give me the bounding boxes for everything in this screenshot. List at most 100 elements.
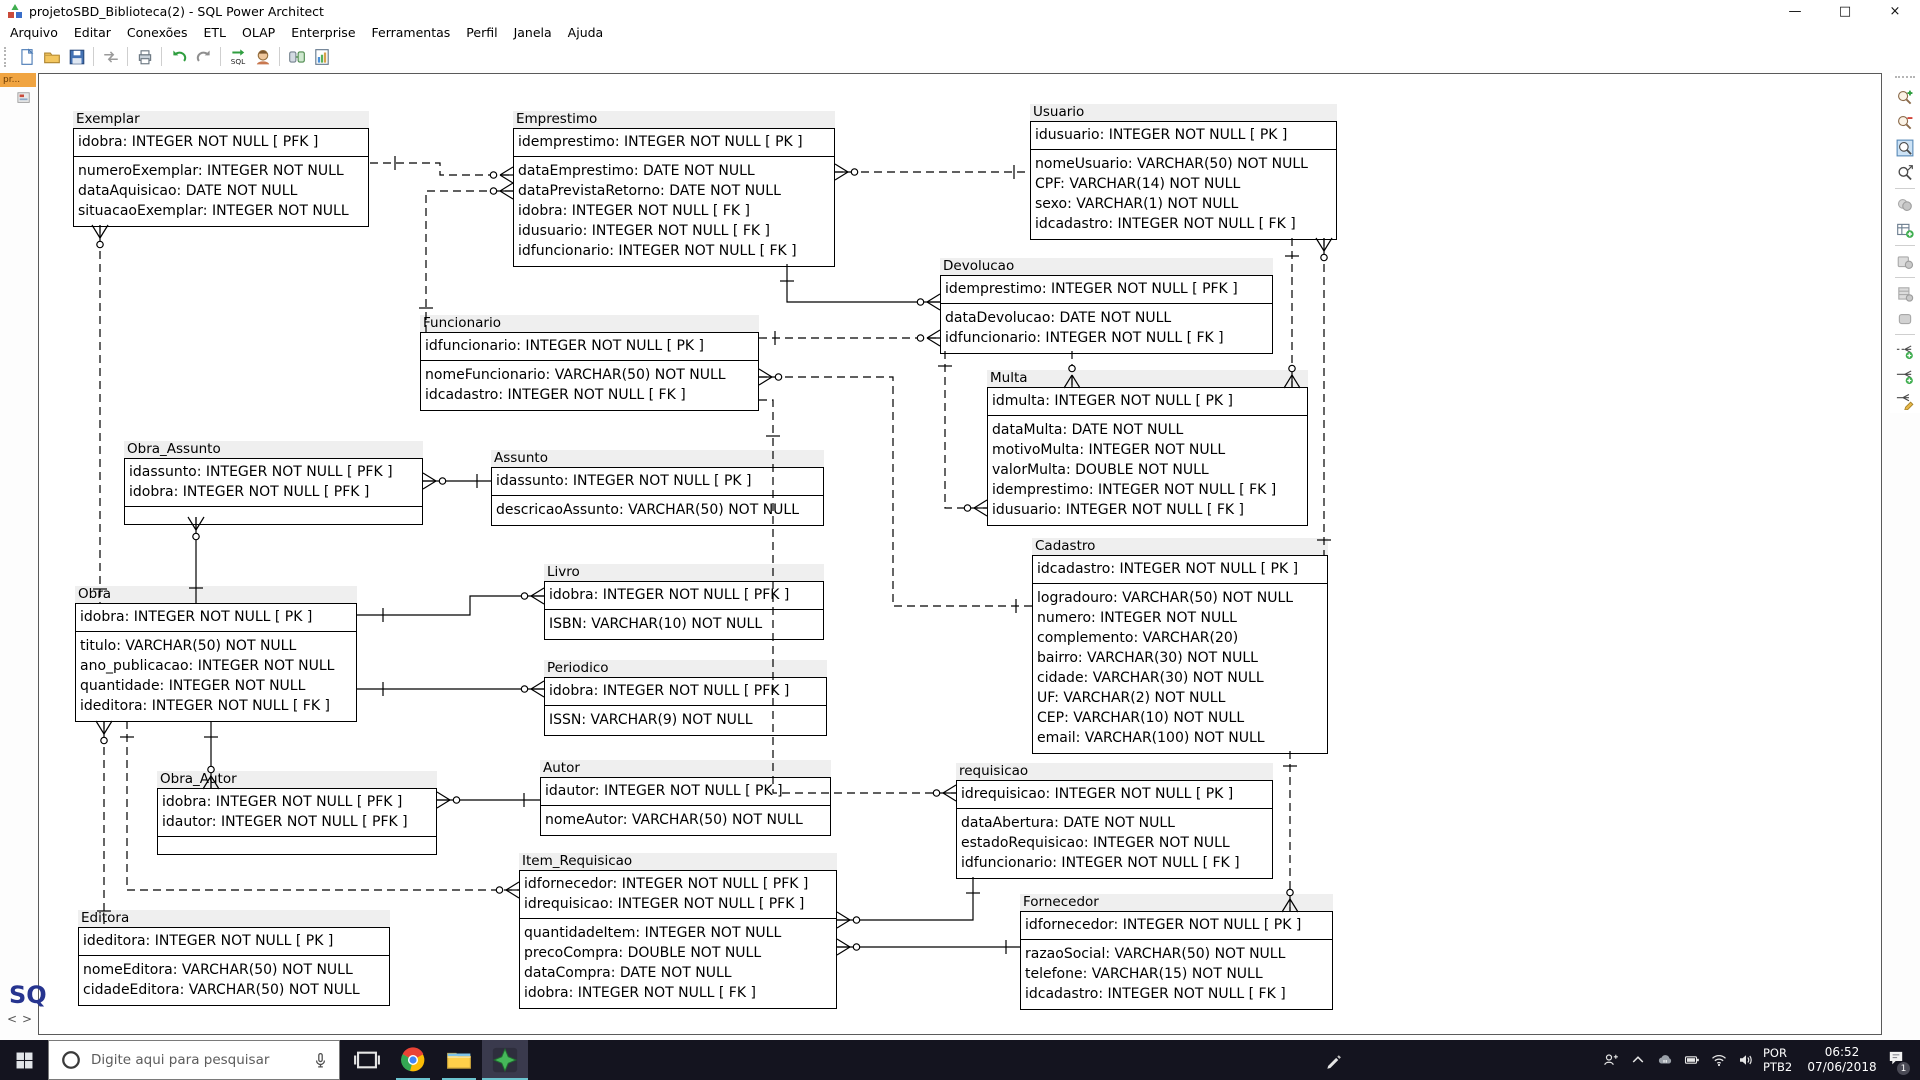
edit-relationship-button[interactable] <box>1893 388 1917 413</box>
entity-pk-column[interactable]: idobra: INTEGER NOT NULL [ PFK ] <box>545 681 826 701</box>
entity-column[interactable]: idcadastro: INTEGER NOT NULL [ FK ] <box>421 385 758 405</box>
entity-periodico[interactable]: Periodico idobra: INTEGER NOT NULL [ PFK … <box>544 660 827 736</box>
entity-pk-column[interactable]: idemprestimo: INTEGER NOT NULL [ PK ] <box>514 132 834 152</box>
entity-multa[interactable]: Multa idmulta: INTEGER NOT NULL [ PK ] dat… <box>987 370 1308 526</box>
entity-obra_autor[interactable]: Obra_Autor idobra: INTEGER NOT NULL [ PFK… <box>157 771 437 855</box>
entity-column[interactable]: estadoRequisicao: INTEGER NOT NULL <box>957 833 1272 853</box>
entity-column[interactable]: nomeUsuario: VARCHAR(50) NOT NULL <box>1031 154 1336 174</box>
undo-button[interactable] <box>166 45 191 68</box>
entity-column[interactable]: dataPrevistaRetorno: DATE NOT NULL <box>514 181 834 201</box>
entity-column[interactable]: bairro: VARCHAR(30) NOT NULL <box>1033 648 1327 668</box>
entity-column[interactable]: dataCompra: DATE NOT NULL <box>520 963 836 983</box>
entity-column[interactable]: cidade: VARCHAR(30) NOT NULL <box>1033 668 1327 688</box>
print-button[interactable] <box>132 45 157 68</box>
menu-ferramentas[interactable]: Ferramentas <box>372 25 451 40</box>
entity-column[interactable]: valorMulta: DOUBLE NOT NULL <box>988 460 1307 480</box>
entity-pk-column[interactable]: idusuario: INTEGER NOT NULL [ PK ] <box>1031 125 1336 145</box>
entity-column[interactable]: dataMulta: DATE NOT NULL <box>988 420 1307 440</box>
entity-pk-column[interactable]: idobra: INTEGER NOT NULL [ PFK ] <box>125 482 422 502</box>
new-table-button[interactable] <box>1893 217 1917 242</box>
entity-column[interactable]: idfuncionario: INTEGER NOT NULL [ FK ] <box>957 853 1272 873</box>
database-mapping-button[interactable] <box>284 45 309 68</box>
entity-column[interactable]: situacaoExemplar: INTEGER NOT NULL <box>74 201 368 221</box>
entity-funcionario[interactable]: Funcionario idfuncionario: INTEGER NOT NU… <box>420 315 759 411</box>
entity-pk-column[interactable]: idobra: INTEGER NOT NULL [ PFK ] <box>158 792 436 812</box>
entity-column[interactable]: UF: VARCHAR(2) NOT NULL <box>1033 688 1327 708</box>
entity-pk-column[interactable]: idautor: INTEGER NOT NULL [ PFK ] <box>158 812 436 832</box>
entity-column[interactable]: CPF: VARCHAR(14) NOT NULL <box>1031 174 1336 194</box>
entity-pk-column[interactable]: idobra: INTEGER NOT NULL [ PFK ] <box>545 585 823 605</box>
entity-column[interactable]: idusuario: INTEGER NOT NULL [ FK ] <box>988 500 1307 520</box>
entity-column[interactable]: motivoMulta: INTEGER NOT NULL <box>988 440 1307 460</box>
entity-pk-column[interactable]: idfornecedor: INTEGER NOT NULL [ PFK ] <box>520 874 836 894</box>
entity-column[interactable]: dataEmprestimo: DATE NOT NULL <box>514 161 834 181</box>
entity-column[interactable]: nomeEditora: VARCHAR(50) NOT NULL <box>79 960 389 980</box>
zoom-in-button[interactable] <box>1893 85 1917 110</box>
entity-column[interactable]: idusuario: INTEGER NOT NULL [ FK ] <box>514 221 834 241</box>
maximize-button[interactable]: □ <box>1820 0 1870 22</box>
menu-olap[interactable]: OLAP <box>242 25 275 40</box>
entity-obra_assunto[interactable]: Obra_Assunto idassunto: INTEGER NOT NULL … <box>124 441 423 525</box>
compare-model-button[interactable] <box>98 45 123 68</box>
start-button[interactable] <box>0 1040 48 1080</box>
zoom-cursor-button[interactable] <box>1893 160 1917 185</box>
entity-column[interactable]: nomeFuncionario: VARCHAR(50) NOT NULL <box>421 365 758 385</box>
menu-janela[interactable]: Janela <box>514 25 552 40</box>
entity-assunto[interactable]: Assunto idassunto: INTEGER NOT NULL [ PK … <box>491 450 824 526</box>
menu-conexes[interactable]: Conexões <box>127 25 188 40</box>
entity-fornecedor[interactable]: Fornecedor idfornecedor: INTEGER NOT NULL… <box>1020 894 1333 1010</box>
entity-column[interactable]: idobra: INTEGER NOT NULL [ FK ] <box>514 201 834 221</box>
scroll-right-arrow[interactable]: > <box>22 1012 32 1026</box>
entity-pk-column[interactable]: idautor: INTEGER NOT NULL [ PK ] <box>541 781 830 801</box>
entity-column[interactable]: complemento: VARCHAR(20) <box>1033 628 1327 648</box>
open-folder-button[interactable] <box>39 45 64 68</box>
shape-gray-button[interactable] <box>1893 306 1917 331</box>
entity-column[interactable]: ISSN: VARCHAR(9) NOT NULL <box>545 710 826 730</box>
new-nonidentifying-relationship-button[interactable] <box>1893 338 1917 363</box>
tray-wifi-icon[interactable] <box>1710 1051 1728 1069</box>
entity-emprestimo[interactable]: Emprestimo idemprestimo: INTEGER NOT NULL… <box>513 111 835 267</box>
entity-exemplar[interactable]: Exemplar idobra: INTEGER NOT NULL [ PFK ]… <box>73 111 369 227</box>
mini-project-icon[interactable] <box>17 90 31 104</box>
user-profile-button[interactable] <box>250 45 275 68</box>
menu-perfil[interactable]: Perfil <box>466 25 497 40</box>
entity-column[interactable]: cidadeEditora: VARCHAR(50) NOT NULL <box>79 980 389 1000</box>
entity-cadastro[interactable]: Cadastro idcadastro: INTEGER NOT NULL [ P… <box>1032 538 1328 754</box>
entity-column[interactable]: numero: INTEGER NOT NULL <box>1033 608 1327 628</box>
entity-pk-column[interactable]: idemprestimo: INTEGER NOT NULL [ PFK ] <box>941 279 1272 299</box>
report-chart-button[interactable] <box>309 45 334 68</box>
entity-column[interactable]: idfuncionario: INTEGER NOT NULL [ FK ] <box>514 241 834 261</box>
entity-pk-column[interactable]: idfuncionario: INTEGER NOT NULL [ PK ] <box>421 336 758 356</box>
search-box[interactable]: Digite aqui para pesquisar <box>48 1040 340 1080</box>
entity-pk-column[interactable]: idfornecedor: INTEGER NOT NULL [ PK ] <box>1021 915 1332 935</box>
taskbar-app-chrome[interactable] <box>390 1040 436 1080</box>
entity-column[interactable]: idcadastro: INTEGER NOT NULL [ FK ] <box>1031 214 1336 234</box>
entity-column[interactable]: logradouro: VARCHAR(50) NOT NULL <box>1033 588 1327 608</box>
entity-column[interactable]: titulo: VARCHAR(50) NOT NULL <box>76 636 356 656</box>
tray-battery-icon[interactable] <box>1683 1051 1701 1069</box>
entity-editora[interactable]: Editora ideditora: INTEGER NOT NULL [ PK … <box>78 910 390 1006</box>
menu-etl[interactable]: ETL <box>204 25 227 40</box>
new-file-button[interactable] <box>14 45 39 68</box>
entity-column[interactable]: ISBN: VARCHAR(10) NOT NULL <box>545 614 823 634</box>
entity-column[interactable]: telefone: VARCHAR(15) NOT NULL <box>1021 964 1332 984</box>
save-button[interactable] <box>64 45 89 68</box>
entity-pk-column[interactable]: idmulta: INTEGER NOT NULL [ PK ] <box>988 391 1307 411</box>
new-identifying-relationship-button[interactable] <box>1893 363 1917 388</box>
entity-column[interactable]: sexo: VARCHAR(1) NOT NULL <box>1031 194 1336 214</box>
entity-column[interactable]: razaoSocial: VARCHAR(50) NOT NULL <box>1021 944 1332 964</box>
redo-button[interactable] <box>191 45 216 68</box>
language-indicator[interactable]: POR PTB2 <box>1763 1040 1792 1080</box>
entity-pk-column[interactable]: idcadastro: INTEGER NOT NULL [ PK ] <box>1033 559 1327 579</box>
entity-column[interactable]: email: VARCHAR(100) NOT NULL <box>1033 728 1327 748</box>
tray-cloud-icon[interactable] <box>1656 1051 1674 1069</box>
entity-pk-column[interactable]: idrequisicao: INTEGER NOT NULL [ PFK ] <box>520 894 836 914</box>
entity-column[interactable]: numeroExemplar: INTEGER NOT NULL <box>74 161 368 181</box>
database-gray-button[interactable] <box>1893 192 1917 217</box>
entity-column[interactable]: dataAquisicao: DATE NOT NULL <box>74 181 368 201</box>
entity-column[interactable]: precoCompra: DOUBLE NOT NULL <box>520 943 836 963</box>
tray-people-icon[interactable] <box>1602 1051 1620 1069</box>
menu-ajuda[interactable]: Ajuda <box>568 25 604 40</box>
entity-pk-column[interactable]: idassunto: INTEGER NOT NULL [ PFK ] <box>125 462 422 482</box>
entity-column[interactable]: dataDevolucao: DATE NOT NULL <box>941 308 1272 328</box>
